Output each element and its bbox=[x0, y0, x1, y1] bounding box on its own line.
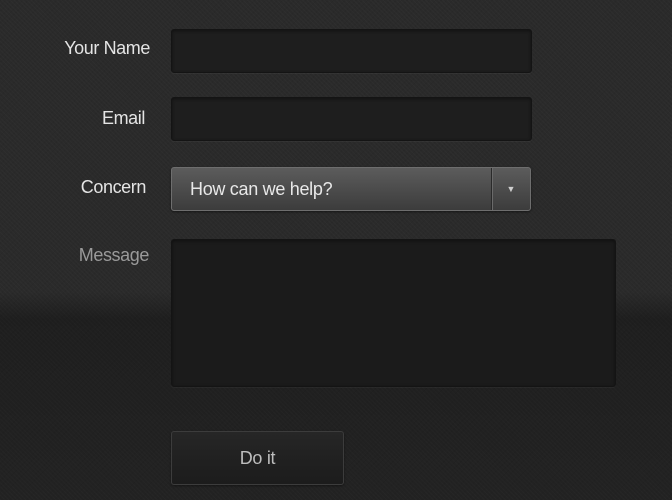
concern-select[interactable]: How can we help? ▼ bbox=[171, 167, 531, 211]
concern-selected-value: How can we help? bbox=[190, 178, 333, 199]
submit-button[interactable]: Do it bbox=[171, 431, 344, 485]
name-input[interactable] bbox=[171, 29, 532, 73]
message-label: Message bbox=[78, 245, 150, 265]
triangle-down-icon[interactable]: ▼ bbox=[492, 168, 530, 210]
concern-label: Concern bbox=[80, 177, 147, 197]
email-input[interactable] bbox=[171, 97, 532, 141]
your-name-label: Your Name bbox=[64, 38, 150, 58]
message-textarea[interactable] bbox=[171, 239, 616, 387]
email-label: Email bbox=[101, 108, 145, 128]
